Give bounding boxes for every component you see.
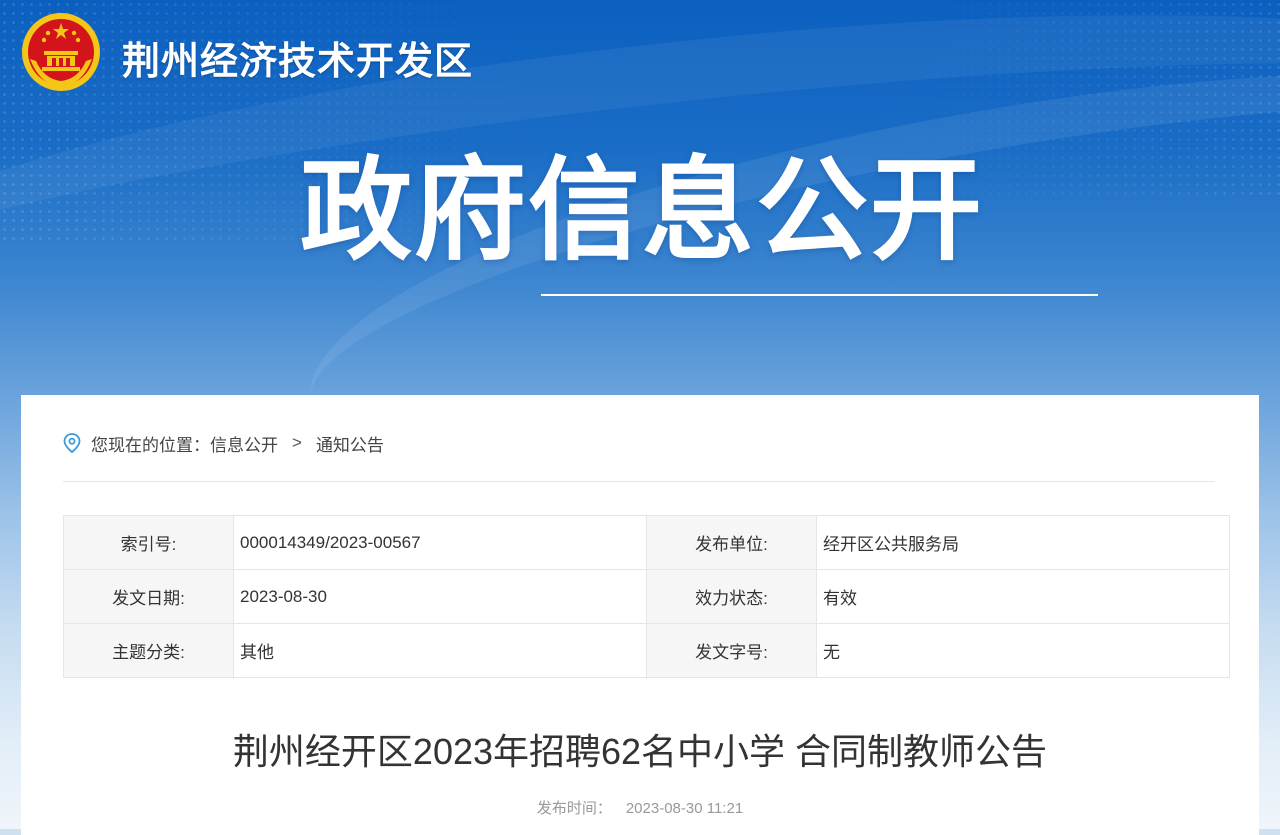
table-row: 发文日期: 2023-08-30 效力状态: 有效 xyxy=(63,569,1230,624)
national-emblem-icon[interactable] xyxy=(20,11,102,93)
location-pin-icon xyxy=(63,433,81,453)
document-meta-table: 索引号: 000014349/2023-00567 发布单位: 经开区公共服务局… xyxy=(63,515,1230,678)
publish-time: 发布时间： 2023-08-30 11:21 xyxy=(21,797,1259,818)
content-card: 您现在的位置： 信息公开 > 通知公告 索引号: 000014349/2023-… xyxy=(21,395,1259,835)
breadcrumb-separator: > xyxy=(292,433,302,452)
breadcrumb-item-info-disclosure[interactable]: 信息公开 xyxy=(210,431,278,456)
meta-value-index-number: 000014349/2023-00567 xyxy=(233,515,647,570)
meta-label: 效力状态: xyxy=(646,569,817,624)
breadcrumb-prefix: 您现在的位置： xyxy=(91,435,210,455)
table-row: 索引号: 000014349/2023-00567 发布单位: 经开区公共服务局 xyxy=(63,515,1230,570)
publish-time-value: 2023-08-30 11:21 xyxy=(625,800,744,817)
meta-label: 发布单位: xyxy=(646,515,817,570)
meta-value-document-number: 无 xyxy=(816,623,1230,678)
breadcrumb-item-notices[interactable]: 通知公告 xyxy=(316,431,384,456)
meta-value-topic: 其他 xyxy=(233,623,647,678)
breadcrumb: 您现在的位置： 信息公开 > 通知公告 xyxy=(63,431,384,455)
breadcrumb-divider xyxy=(63,481,1215,482)
meta-label: 发文字号: xyxy=(646,623,817,678)
meta-label: 发文日期: xyxy=(63,569,234,624)
meta-value-publisher: 经开区公共服务局 xyxy=(816,515,1230,570)
publish-time-label: 发布时间： xyxy=(536,800,612,817)
meta-value-issue-date: 2023-08-30 xyxy=(233,569,647,624)
table-row: 主题分类: 其他 发文字号: 无 xyxy=(63,623,1230,678)
banner-title: 政府信息公开 xyxy=(300,146,984,276)
article-title: 荆州经开区2023年招聘62名中小学 合同制教师公告 xyxy=(232,731,1048,772)
meta-label: 索引号: xyxy=(63,515,234,570)
banner-title-underline xyxy=(541,294,1098,296)
meta-value-validity: 有效 xyxy=(816,569,1230,624)
site-title[interactable]: 荆州经济技术开发区 xyxy=(122,30,473,85)
meta-label: 主题分类: xyxy=(63,623,234,678)
